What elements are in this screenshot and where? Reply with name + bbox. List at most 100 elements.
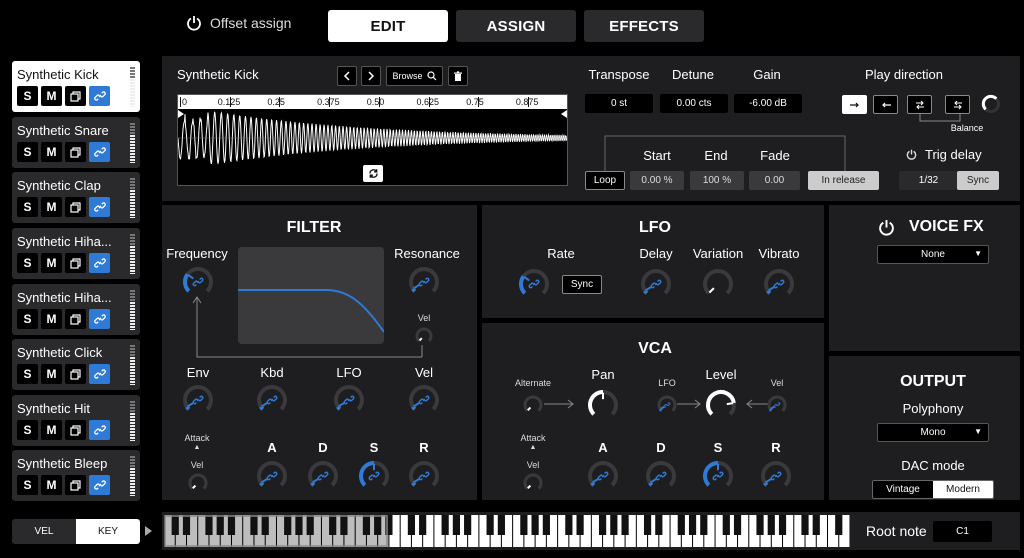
black-key[interactable] xyxy=(779,515,786,535)
voicefx-toggle[interactable]: VOICE FX xyxy=(878,218,984,236)
sidebar-slot[interactable]: Synthetic Click S M xyxy=(12,339,140,390)
solo-button[interactable]: S xyxy=(17,142,38,162)
mute-button[interactable]: M xyxy=(41,309,62,329)
vca-a-knob[interactable] xyxy=(585,458,621,494)
black-key[interactable] xyxy=(756,515,763,535)
black-key[interactable] xyxy=(520,515,527,535)
end-marker[interactable] xyxy=(561,110,567,118)
vca-attack-vel-knob[interactable] xyxy=(521,471,545,495)
mute-button[interactable]: M xyxy=(41,197,62,217)
root-note-field[interactable]: C1 xyxy=(933,521,992,542)
offset-assign-toggle[interactable]: Offset assign xyxy=(186,15,291,31)
refresh-button[interactable] xyxy=(363,165,383,182)
black-key[interactable] xyxy=(655,515,662,535)
black-key[interactable] xyxy=(565,515,572,535)
detune-field[interactable]: 0.00 cts xyxy=(660,94,728,113)
vca-s-knob[interactable] xyxy=(700,458,736,494)
piano-keyboard[interactable] xyxy=(164,515,850,547)
link-button[interactable] xyxy=(89,309,110,329)
black-key[interactable] xyxy=(183,515,190,535)
solo-button[interactable]: S xyxy=(17,420,38,440)
solo-button[interactable]: S xyxy=(17,197,38,217)
next-sample-button[interactable] xyxy=(361,66,381,86)
copy-button[interactable] xyxy=(65,364,86,384)
black-key[interactable] xyxy=(307,515,314,535)
sidebar-slot[interactable]: Synthetic Hiha... S M xyxy=(12,228,140,279)
black-key[interactable] xyxy=(262,515,269,535)
play-reverse-button[interactable] xyxy=(873,95,898,114)
in-release-button[interactable]: In release xyxy=(808,171,879,190)
vca-r-knob[interactable] xyxy=(758,458,794,494)
solo-button[interactable]: S xyxy=(17,475,38,495)
black-key[interactable] xyxy=(689,515,696,535)
filter-lfo-knob[interactable] xyxy=(331,382,367,418)
link-button[interactable] xyxy=(89,197,110,217)
black-key[interactable] xyxy=(464,515,471,535)
black-key[interactable] xyxy=(599,515,606,535)
copy-button[interactable] xyxy=(65,309,86,329)
black-key[interactable] xyxy=(532,515,539,535)
black-key[interactable] xyxy=(228,515,235,535)
link-button[interactable] xyxy=(89,86,110,106)
black-key[interactable] xyxy=(678,515,685,535)
prev-sample-button[interactable] xyxy=(337,66,357,86)
delete-sample-button[interactable] xyxy=(448,66,468,86)
link-button[interactable] xyxy=(89,420,110,440)
copy-button[interactable] xyxy=(65,253,86,273)
balance-knob[interactable] xyxy=(981,94,1001,114)
link-button[interactable] xyxy=(89,364,110,384)
vca-vel-knob[interactable] xyxy=(765,393,789,417)
black-key[interactable] xyxy=(610,515,617,535)
black-key[interactable] xyxy=(813,515,820,535)
key-button[interactable]: KEY xyxy=(76,519,140,544)
sidebar-slot[interactable]: Synthetic Bleep S M xyxy=(12,450,140,501)
play-arrow-icon[interactable] xyxy=(145,526,152,536)
mute-button[interactable]: M xyxy=(41,142,62,162)
lfo-sync-button[interactable]: Sync xyxy=(562,275,602,294)
trig-delay-toggle[interactable]: Trig delay xyxy=(906,147,982,162)
filter-attack-vel-knob[interactable] xyxy=(186,471,210,495)
sidebar-slot[interactable]: Synthetic Snare S M xyxy=(12,117,140,168)
black-key[interactable] xyxy=(374,515,381,535)
mute-button[interactable]: M xyxy=(41,86,62,106)
link-button[interactable] xyxy=(89,475,110,495)
sidebar-slot[interactable]: Synthetic Hiha... S M xyxy=(12,284,140,335)
black-key[interactable] xyxy=(172,515,179,535)
black-key[interactable] xyxy=(543,515,550,535)
browse-button[interactable]: Browse xyxy=(386,66,443,86)
level-knob[interactable] xyxy=(703,387,739,423)
black-key[interactable] xyxy=(801,515,808,535)
black-key[interactable] xyxy=(284,515,291,535)
tab-effects[interactable]: EFFECTS xyxy=(584,10,704,42)
sidebar-slot[interactable]: Synthetic Clap S M xyxy=(12,172,140,223)
play-pingpong-reverse-button[interactable] xyxy=(945,95,970,114)
waveform-view[interactable]: 0 0.125 0.25 0.375 0.50 0.625 0.75 0.875 xyxy=(177,94,568,186)
black-key[interactable] xyxy=(576,515,583,535)
voicefx-select[interactable]: None ▼ xyxy=(877,245,989,264)
play-forward-button[interactable] xyxy=(842,95,867,114)
end-field[interactable]: 100 % xyxy=(690,171,744,190)
trig-delay-field[interactable]: 1/32 xyxy=(899,171,958,190)
tab-assign[interactable]: ASSIGN xyxy=(456,10,576,42)
lfo-rate-knob[interactable] xyxy=(516,266,552,302)
play-pingpong-button[interactable] xyxy=(907,95,932,114)
lfo-variation-knob[interactable] xyxy=(700,266,736,302)
polyphony-select[interactable]: Mono ▼ xyxy=(877,423,989,442)
loop-button[interactable]: Loop xyxy=(585,171,625,190)
black-key[interactable] xyxy=(498,515,505,535)
black-key[interactable] xyxy=(340,515,347,535)
mute-button[interactable]: M xyxy=(41,420,62,440)
solo-button[interactable]: S xyxy=(17,309,38,329)
black-key[interactable] xyxy=(250,515,257,535)
sidebar-slot[interactable]: Synthetic Hit S M xyxy=(12,395,140,446)
black-key[interactable] xyxy=(644,515,651,535)
copy-button[interactable] xyxy=(65,420,86,440)
mute-button[interactable]: M xyxy=(41,475,62,495)
black-key[interactable] xyxy=(700,515,707,535)
fade-field[interactable]: 0.00 xyxy=(749,171,800,190)
frequency-knob[interactable] xyxy=(180,264,216,300)
mute-button[interactable]: M xyxy=(41,364,62,384)
filter-vel-knob[interactable] xyxy=(406,382,442,418)
black-key[interactable] xyxy=(487,515,494,535)
dac-modern-option[interactable]: Modern xyxy=(933,481,993,498)
